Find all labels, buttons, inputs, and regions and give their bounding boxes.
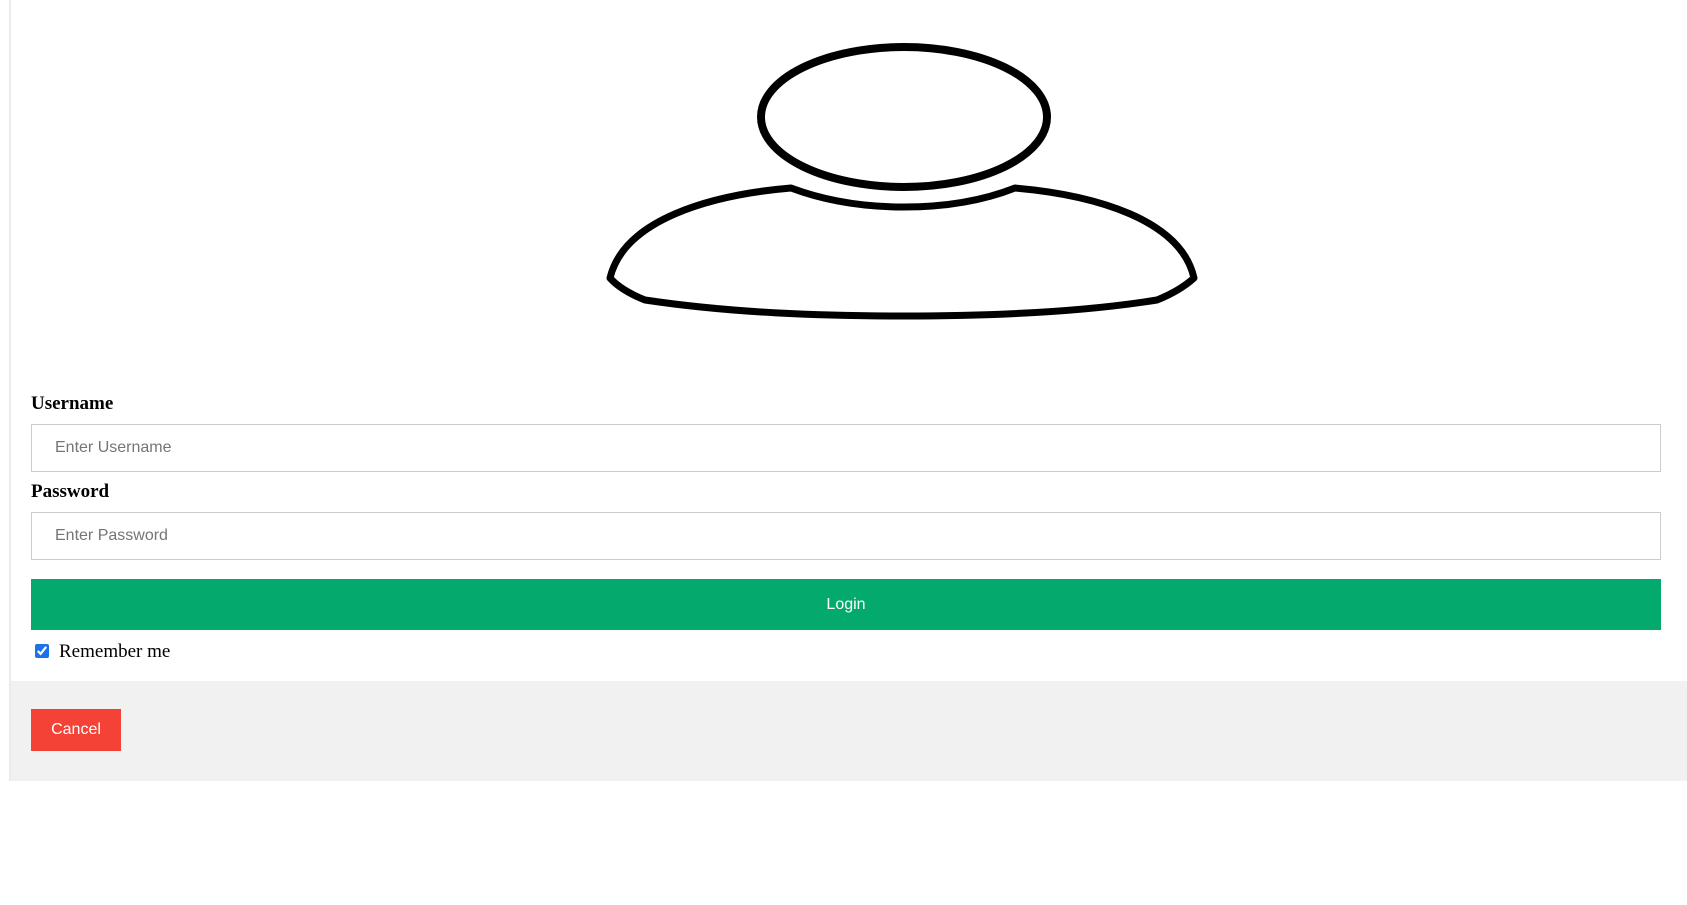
login-button[interactable]: Login xyxy=(31,579,1661,630)
remember-me-label[interactable]: Remember me xyxy=(59,641,170,663)
remember-me-row: Remember me xyxy=(35,640,170,664)
username-label: Username xyxy=(31,393,114,414)
cancel-button[interactable]: Cancel xyxy=(31,709,121,751)
form-footer: Cancel xyxy=(11,681,1687,781)
remember-me-checkbox[interactable] xyxy=(35,644,49,658)
user-avatar-icon xyxy=(596,30,1211,335)
login-form: Username Password Login Remember me xyxy=(11,0,1687,681)
password-input[interactable] xyxy=(31,512,1661,560)
username-input[interactable] xyxy=(31,424,1661,472)
password-label: Password xyxy=(31,481,110,502)
